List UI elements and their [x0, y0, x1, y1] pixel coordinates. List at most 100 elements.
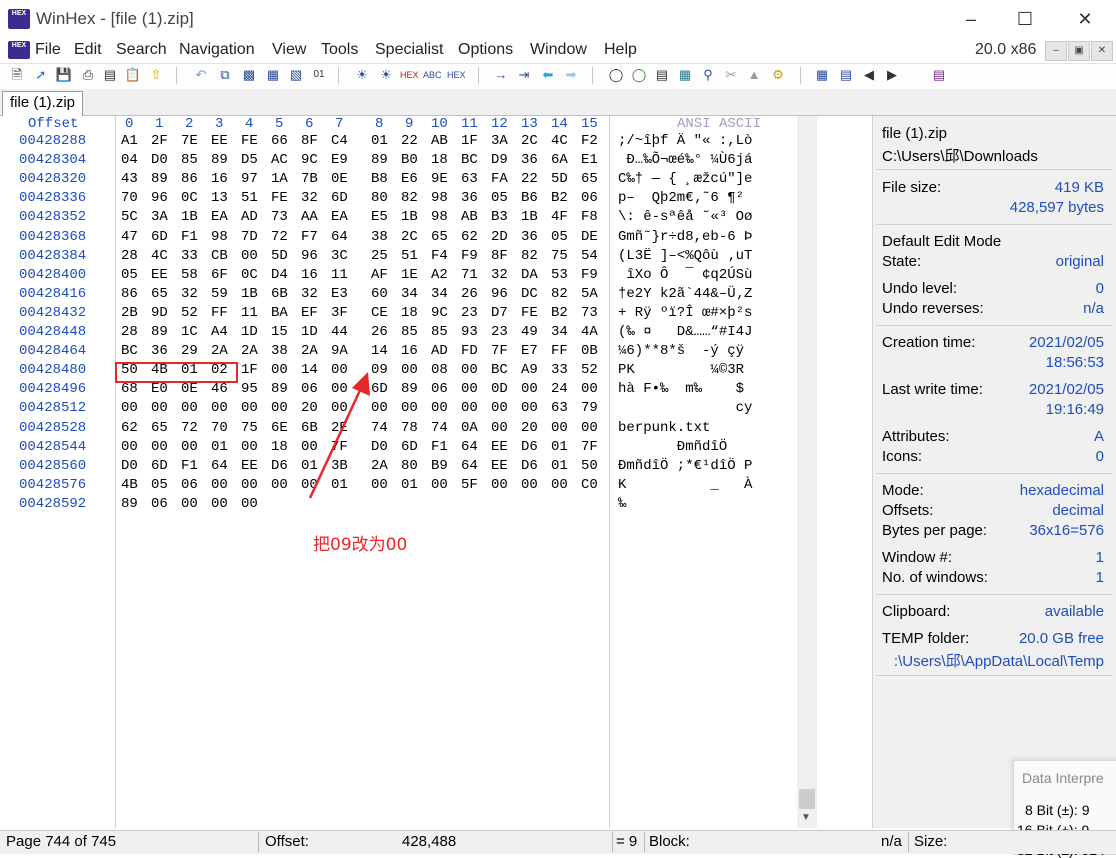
hex-byte: EE: [241, 457, 258, 474]
row-offset: 00428304: [19, 152, 87, 169]
menu-file[interactable]: File: [35, 41, 61, 59]
picture-icon[interactable]: ▲: [745, 66, 763, 84]
hex-byte: 89: [151, 324, 168, 340]
info-offsets-label: Offsets:: [882, 502, 934, 519]
hex-byte: 00: [241, 495, 258, 512]
replace-text-icon[interactable]: ABC: [423, 66, 442, 84]
back-icon[interactable]: ⬅: [539, 66, 557, 84]
properties-icon[interactable]: ▤: [101, 66, 119, 84]
column-header: 4: [245, 116, 254, 132]
hex-byte: 9C: [431, 304, 448, 321]
hex-byte: C4: [331, 133, 348, 149]
minimize-icon[interactable]: –: [948, 4, 994, 34]
menu-search[interactable]: Search: [116, 41, 167, 59]
menu-specialist[interactable]: Specialist: [375, 41, 443, 59]
menu-options[interactable]: Options: [458, 41, 513, 59]
info-file-path: C:\Users\邱\Downloads: [882, 148, 1038, 165]
text-cell: ‰: [618, 495, 627, 512]
mdi-restore-icon[interactable]: ▣: [1068, 41, 1090, 61]
copy-icon[interactable]: ⧉: [216, 66, 234, 84]
goto-sector-icon[interactable]: ⇥: [515, 66, 533, 84]
hex-byte: E6: [401, 171, 418, 188]
maximize-icon[interactable]: ☐: [1002, 4, 1048, 34]
mdi-close-icon[interactable]: ✕: [1091, 41, 1113, 61]
hex-byte: 82: [521, 247, 538, 264]
paste-icon[interactable]: ▩: [240, 66, 258, 84]
hex-row[interactable]: [0, 496, 797, 515]
forward-icon[interactable]: ➡: [562, 66, 580, 84]
hex-byte: 66: [271, 133, 288, 149]
menu-view[interactable]: View: [272, 41, 306, 59]
save-icon[interactable]: 💾: [55, 66, 73, 84]
goto-offset-icon[interactable]: →: [492, 66, 510, 84]
hex-byte: 2A: [301, 343, 318, 360]
close-icon[interactable]: ✕: [1062, 4, 1108, 34]
hex-byte: 00: [151, 438, 168, 455]
text-cell: \: ê-sªêå ˜«³ Oø: [618, 209, 753, 226]
hex-byte: 70: [211, 419, 228, 436]
hex-byte: 93: [461, 324, 478, 340]
menu-navigation[interactable]: Navigation: [179, 41, 255, 59]
export-icon[interactable]: ⇧: [147, 66, 165, 84]
find-hex-icon[interactable]: ☀: [377, 66, 395, 84]
menu-edit[interactable]: Edit: [74, 41, 102, 59]
menu-tools[interactable]: Tools: [321, 41, 358, 59]
save-disk-icon[interactable]: ◯: [630, 66, 648, 84]
info-state-label: State:: [882, 253, 922, 270]
tile-icon[interactable]: ▦: [813, 66, 831, 84]
open-file-icon[interactable]: ➚: [32, 66, 50, 84]
info-temp-path: :\Users\邱\AppData\Local\Temp: [893, 653, 1104, 670]
replace-hex-icon[interactable]: HEX: [400, 66, 419, 84]
menu-window[interactable]: Window: [530, 41, 587, 59]
hex-byte: 22: [401, 133, 418, 149]
hex-byte: 89: [121, 495, 138, 512]
hex-byte: 24: [551, 381, 568, 398]
info-bpp-label: Bytes per page:: [882, 522, 988, 539]
hex-byte: 1B: [241, 285, 258, 302]
info-undo-reverses-label: Undo reverses:: [882, 300, 984, 317]
previous-window-icon[interactable]: ◀: [860, 66, 878, 84]
hex-byte: BC: [491, 362, 508, 379]
clipboard-icon[interactable]: 📋: [124, 66, 142, 84]
hex-byte: 53: [551, 266, 568, 283]
disk-tools-icon[interactable]: ▤: [653, 66, 671, 84]
cascade-icon[interactable]: ▤: [837, 66, 855, 84]
hex-byte: 75: [551, 247, 568, 264]
calculator-icon[interactable]: ▦: [676, 66, 694, 84]
hex-byte: 0E: [331, 171, 348, 188]
next-window-icon[interactable]: ▶: [883, 66, 901, 84]
toolbar-separator: [176, 67, 177, 84]
scroll-down-icon[interactable]: ▼: [801, 812, 811, 823]
settings-gear-icon[interactable]: ⚙: [769, 66, 787, 84]
document-menu-icon[interactable]: HEX: [8, 41, 30, 59]
toolbar-separator: [592, 67, 593, 84]
write-block-icon[interactable]: ▧: [287, 66, 305, 84]
info-undo-level-label: Undo level:: [882, 280, 958, 297]
tab-file[interactable]: file (1).zip: [2, 91, 84, 116]
mdi-minimize-icon[interactable]: –: [1045, 41, 1067, 61]
hex-byte: A9: [521, 362, 538, 379]
hex-byte: 95: [241, 381, 258, 398]
find-text-icon[interactable]: ☀: [353, 66, 371, 84]
hex-byte: 01: [371, 133, 388, 149]
fill-block-icon[interactable]: 01: [310, 66, 328, 84]
print-icon[interactable]: ⎙: [79, 66, 97, 84]
hex-byte: EF: [301, 304, 318, 321]
vertical-scrollbar[interactable]: [797, 116, 817, 828]
help-book-icon[interactable]: ▤: [930, 66, 948, 84]
hex-byte: 6B: [271, 285, 288, 302]
find-again-icon[interactable]: HEX: [447, 66, 466, 84]
hex-byte: 00: [461, 362, 478, 379]
hex-byte: C0: [581, 476, 598, 493]
open-disk-icon[interactable]: ◯: [607, 66, 625, 84]
menu-help[interactable]: Help: [604, 41, 637, 59]
hex-byte: E0: [151, 381, 168, 398]
undo-icon[interactable]: ↶: [192, 66, 210, 84]
hex-byte: 7F: [491, 343, 508, 360]
scroll-thumb[interactable]: [799, 789, 815, 809]
copy-block-icon[interactable]: ▦: [264, 66, 282, 84]
hex-editor-view[interactable]: Offset 0 1 2 3 4 5 6 7 8 9 10 11 12 13 14 15 ANSI ASCII 00…: [0, 116, 797, 828]
new-file-icon[interactable]: 🗎: [8, 66, 26, 84]
cut-icon[interactable]: ✂: [722, 66, 740, 84]
magnifier-icon[interactable]: ⚲: [699, 66, 717, 84]
